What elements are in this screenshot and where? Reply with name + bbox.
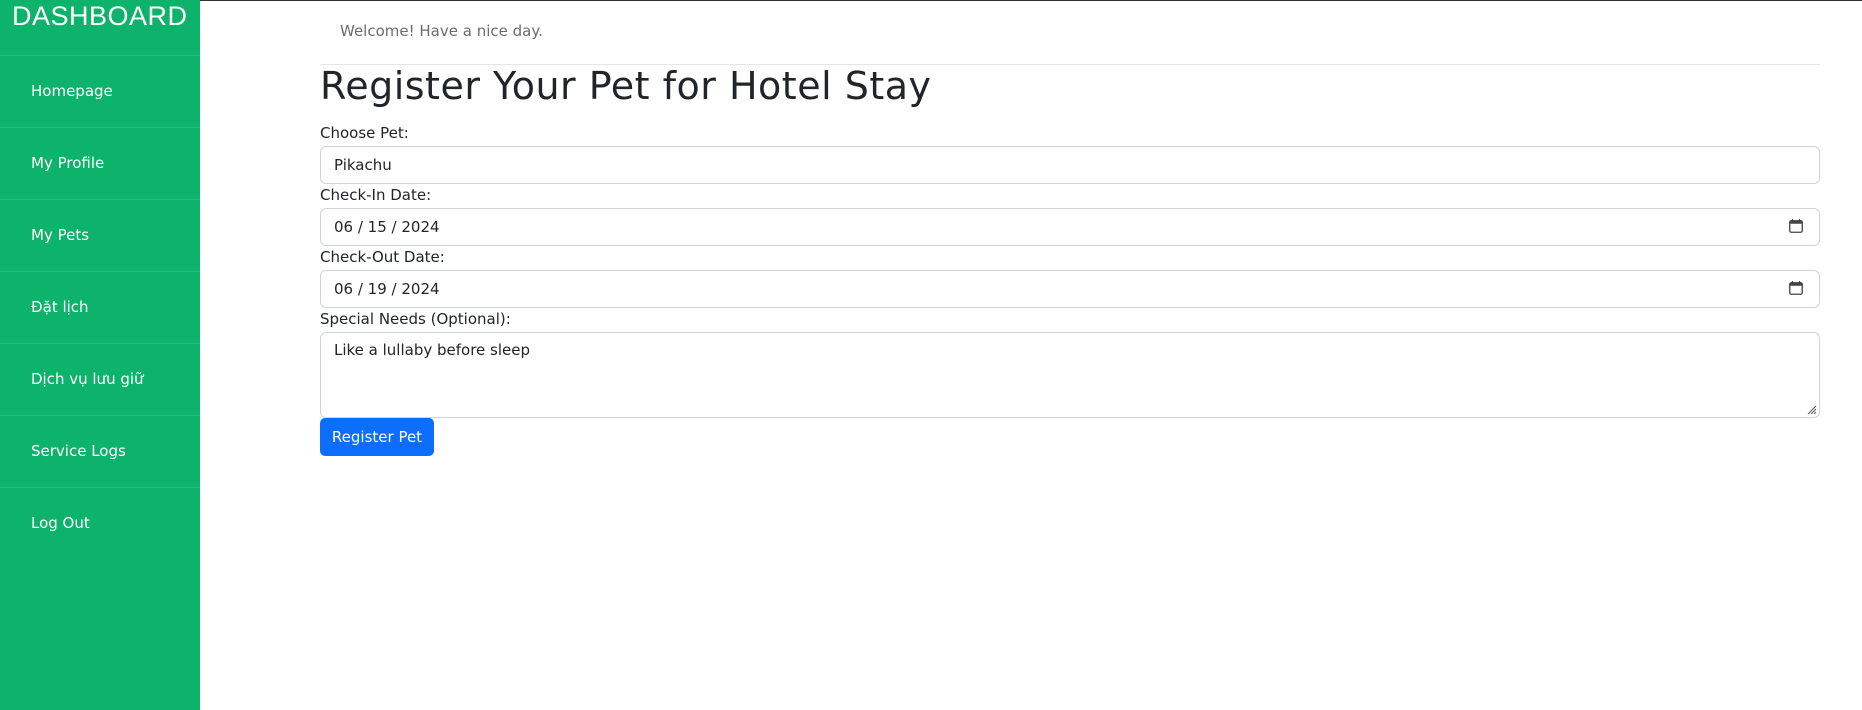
sidebar-item-booking[interactable]: Đặt lịch — [0, 271, 200, 341]
resize-grip-icon[interactable] — [1805, 403, 1817, 415]
calendar-icon[interactable] — [1789, 281, 1803, 295]
special-needs-textarea[interactable]: Like a lullaby before sleep — [320, 332, 1820, 418]
welcome-message: Welcome! Have a nice day. — [340, 22, 543, 40]
sidebar-item-service-logs[interactable]: Service Logs — [0, 415, 200, 485]
sidebar-item-my-profile[interactable]: My Profile — [0, 127, 200, 197]
brand-title: DASHBOARD — [12, 1, 188, 31]
choose-pet-value: Pikachu — [334, 156, 392, 174]
check-in-date-value: 06 / 15 / 2024 — [334, 218, 440, 236]
sidebar: DASHBOARD Homepage My Profile My Pets Đặ… — [0, 0, 200, 710]
check-out-date-input[interactable]: 06 / 19 / 2024 — [320, 270, 1820, 308]
sidebar-item-log-out[interactable]: Log Out — [0, 487, 200, 557]
choose-pet-label: Choose Pet: — [320, 124, 409, 142]
calendar-icon[interactable] — [1789, 219, 1803, 233]
sidebar-item-boarding-service[interactable]: Dịch vụ lưu giữ — [0, 343, 200, 413]
check-out-date-value: 06 / 19 / 2024 — [334, 280, 440, 298]
sidebar-item-label: Homepage — [31, 82, 113, 100]
register-pet-button[interactable]: Register Pet — [320, 418, 434, 456]
main-content: Welcome! Have a nice day. Register Your … — [320, 0, 1820, 710]
page-title: Register Your Pet for Hotel Stay — [320, 64, 932, 108]
sidebar-item-label: Log Out — [31, 514, 90, 532]
sidebar-item-label: My Pets — [31, 226, 90, 244]
check-out-label: Check-Out Date: — [320, 248, 445, 266]
sidebar-item-my-pets[interactable]: My Pets — [0, 199, 200, 269]
special-needs-value: Like a lullaby before sleep — [334, 341, 531, 359]
sidebar-item-label: Đặt lịch — [31, 298, 89, 316]
sidebar-item-label: Service Logs — [31, 442, 126, 460]
check-in-label: Check-In Date: — [320, 186, 432, 204]
sidebar-item-homepage[interactable]: Homepage — [0, 55, 200, 125]
sidebar-item-label: Dịch vụ lưu giữ — [31, 370, 144, 388]
choose-pet-select[interactable]: Pikachu — [320, 146, 1820, 184]
check-in-date-input[interactable]: 06 / 15 / 2024 — [320, 208, 1820, 246]
sidebar-item-label: My Profile — [31, 154, 105, 172]
special-needs-label: Special Needs (Optional): — [320, 310, 511, 328]
